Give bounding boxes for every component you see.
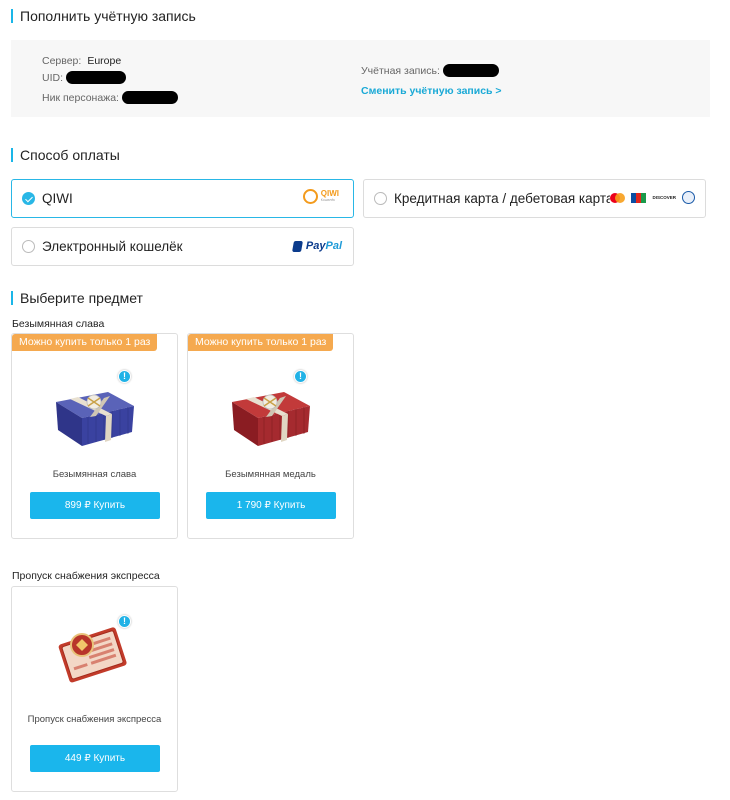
radio-unselected[interactable] xyxy=(374,192,387,205)
item-name: Пропуск снабжения экспресса xyxy=(27,714,162,725)
item-name: Безымянная слава xyxy=(52,469,137,480)
qiwi-logo-text: QIWI xyxy=(320,189,339,198)
jcb-icon xyxy=(631,192,647,203)
payment-option-card[interactable]: Кредитная карта / дебетовая карта DISCOV… xyxy=(363,179,706,218)
payment-option-label: Кредитная карта / дебетовая карта xyxy=(394,191,610,206)
group-label: Безымянная слава xyxy=(12,318,105,330)
purchase-limit-badge: Можно купить только 1 раз xyxy=(188,334,334,351)
purchase-limit-badge: Можно купить только 1 раз xyxy=(12,334,158,351)
radio-unselected[interactable] xyxy=(22,240,35,253)
account-label: Учётная запись: xyxy=(361,64,440,77)
info-icon[interactable]: ! xyxy=(118,370,131,383)
buy-button[interactable]: 449 ₽ Купить xyxy=(30,745,160,772)
info-icon[interactable]: ! xyxy=(118,615,131,628)
payment-option-label: Электронный кошелёк xyxy=(42,239,183,254)
paypal-p-icon xyxy=(291,240,303,252)
uid-row: UID: xyxy=(42,71,126,84)
uid-label: UID: xyxy=(42,71,63,84)
buy-button[interactable]: 899 ₽ Купить xyxy=(30,492,160,519)
diners-club-icon xyxy=(682,191,695,204)
uid-redacted xyxy=(66,71,126,84)
paypal-text-pay: Pay xyxy=(305,240,326,252)
discover-icon: DISCOVER xyxy=(652,195,676,200)
account-redacted xyxy=(442,64,499,77)
buy-button[interactable]: 1 790 ₽ Купить xyxy=(206,492,336,519)
product-card[interactable]: ! Пропуск снабжения экспресса 449 ₽ Купи… xyxy=(11,586,178,792)
payment-option-label: QIWI xyxy=(42,191,73,206)
account-section-title: Пополнить учётную запись xyxy=(11,9,196,23)
switch-account-link[interactable]: Сменить учётную запись > xyxy=(361,85,502,97)
payment-section-title: Способ оплаты xyxy=(11,148,120,162)
server-label: Сервер: xyxy=(42,55,82,67)
mastercard-icon xyxy=(610,192,626,203)
qiwi-ring-icon xyxy=(302,189,318,204)
server-row: Сервер: Europe xyxy=(42,55,121,67)
group-label: Пропуск снабжения экспресса xyxy=(12,570,160,582)
items-section-title: Выберите предмет xyxy=(11,291,143,305)
qiwi-logo-subtext: Кошелёк xyxy=(320,198,335,202)
payment-option-qiwi[interactable]: QIWI QIWI Кошелёк xyxy=(11,179,354,218)
server-value: Europe xyxy=(87,55,122,67)
paypal-logo: Pay Pal xyxy=(291,240,342,252)
radio-selected[interactable] xyxy=(22,192,35,205)
info-icon[interactable]: ! xyxy=(294,370,307,383)
qiwi-logo: QIWI Кошелёк xyxy=(302,189,339,204)
nickname-label: Ник персонажа: xyxy=(42,91,119,104)
nickname-row: Ник персонажа: xyxy=(42,91,178,104)
account-row: Учётная запись: xyxy=(361,64,499,77)
card-logos: DISCOVER xyxy=(610,191,695,204)
product-card[interactable]: Можно купить только 1 раз ! Безымянная с… xyxy=(11,333,178,539)
blue-gift-box-icon xyxy=(56,392,134,446)
paypal-text-pal: Pal xyxy=(325,240,342,252)
payment-option-ewallet[interactable]: Электронный кошелёк Pay Pal xyxy=(11,227,354,266)
product-card[interactable]: Можно купить только 1 раз ! Безымянная м… xyxy=(187,333,354,539)
item-name: Безымянная медаль xyxy=(225,469,316,480)
nickname-redacted xyxy=(121,91,178,104)
red-gift-box-icon xyxy=(232,392,310,446)
